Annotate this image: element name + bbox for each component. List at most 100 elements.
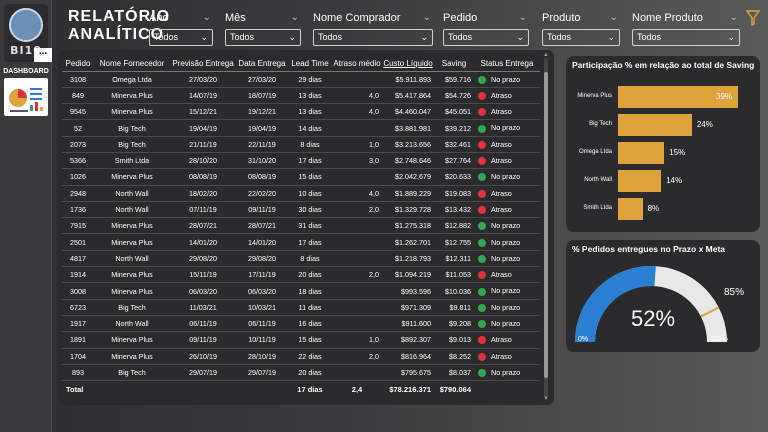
status-cell: Atraso <box>474 136 540 153</box>
filter-value: Todos <box>637 32 662 42</box>
chevron-down-icon[interactable]: ⌄ <box>423 12 431 23</box>
table-row[interactable]: 6723 Big Tech 11/03/21 10/03/21 11 dias $971.… <box>62 299 540 316</box>
empty-cell <box>94 380 170 399</box>
filter-value: Todos <box>547 32 572 42</box>
table-cell: 17 dias <box>288 152 332 170</box>
table-cell: $971.309 <box>382 299 434 316</box>
saving-bar[interactable] <box>618 198 643 220</box>
column-header[interactable]: Atraso médio <box>332 56 382 72</box>
more-options-button[interactable]: ... <box>34 47 52 62</box>
filter-select-nome-produto[interactable]: Todos ⌄ <box>632 29 740 46</box>
table-cell: Minerva Plus <box>94 266 170 284</box>
table-row[interactable]: 1704 Minerva Plus 26/10/19 28/10/19 22 dias 2… <box>62 348 540 365</box>
table-row[interactable]: 2501 Minerva Plus 14/01/20 14/01/20 17 dias $… <box>62 233 540 251</box>
table-row[interactable]: 849 Minerva Plus 14/07/19 18/07/19 13 dias 4,… <box>62 87 540 105</box>
table-row[interactable]: 5366 Smith Ltda 28/10/20 31/10/20 17 dias 3,0… <box>62 152 540 170</box>
status-text: No prazo <box>491 367 521 377</box>
status-cell: Atraso <box>474 266 540 284</box>
filter-funnel-icon[interactable] <box>746 10 760 26</box>
table-row[interactable]: 52 Big Tech 19/04/19 19/04/19 14 dias $3.881.… <box>62 119 540 137</box>
table-cell: $39.212 <box>434 119 474 137</box>
table-cell: 31/10/20 <box>236 152 288 170</box>
filter-value: Todos <box>154 32 179 42</box>
table-row[interactable]: 7915 Minerva Plus 28/07/21 28/07/21 31 dias $… <box>62 217 540 235</box>
table-cell: 20 dias <box>288 364 332 382</box>
filter-select-nome-comprador[interactable]: Todos ⌄ <box>313 29 433 46</box>
table-cell: 28/10/20 <box>170 152 236 170</box>
filter-select-ano[interactable]: Todos ⌄ <box>149 29 213 46</box>
scroll-down-arrow-icon[interactable]: ▼ <box>542 396 550 402</box>
filter-produto: Produto ⌄ Todos ⌄ <box>542 12 620 46</box>
table-cell: $3.881.981 <box>382 119 434 137</box>
table-cell: $8.037 <box>434 364 474 382</box>
status-text: Atraso <box>491 107 512 117</box>
table-cell: 19/12/21 <box>236 103 288 121</box>
table-cell: 31 dias <box>288 217 332 235</box>
table-row[interactable]: 1891 Minerva Plus 09/11/19 10/11/19 15 dias 1… <box>62 331 540 349</box>
saving-bar[interactable] <box>618 170 662 192</box>
table-cell: 2,0 <box>332 348 382 365</box>
table-cell: $911.600 <box>382 315 434 333</box>
table-cell: 06/03/20 <box>236 282 288 300</box>
column-header[interactable]: Status Entrega <box>474 56 540 72</box>
filter-select-pedido[interactable]: Todos ⌄ <box>443 29 529 46</box>
table-cell: $3.213.656 <box>382 136 434 153</box>
table-scrollbar[interactable] <box>544 58 548 398</box>
filter-select-mes[interactable]: Todos ⌄ <box>225 29 301 46</box>
column-header-sorted[interactable]: Custo Líquido <box>382 56 434 72</box>
orders-table-card: Pedido Nome Fornecedor Previsão Entrega … <box>58 50 554 405</box>
column-header[interactable]: Nome Fornecedor <box>94 56 170 72</box>
chevron-down-icon[interactable]: ⌄ <box>730 12 738 23</box>
column-header[interactable]: Pedido <box>62 56 94 72</box>
total-saving: $790.064 <box>434 380 474 399</box>
table-cell <box>332 315 382 333</box>
table-row[interactable]: 2948 North Wall 18/02/20 22/02/20 10 dias 4,0… <box>62 185 540 202</box>
table-row[interactable]: 3008 Minerva Plus 06/03/20 06/03/20 18 dias $… <box>62 282 540 300</box>
table-cell <box>332 299 382 316</box>
x-icon <box>478 206 486 215</box>
empty-cell <box>170 380 236 399</box>
chevron-down-icon[interactable]: ⌄ <box>519 12 527 23</box>
table-row[interactable]: 1736 North Wall 07/11/19 09/11/19 30 dias 2,0… <box>62 201 540 219</box>
table-cell: $1.329.728 <box>382 201 434 219</box>
check-icon <box>478 75 486 84</box>
chevron-down-icon[interactable]: ⌄ <box>203 12 211 23</box>
table-cell: $2.748.646 <box>382 152 434 170</box>
empty-cell <box>236 380 288 399</box>
status-text: No prazo <box>491 221 521 231</box>
table-row[interactable]: 3108 Omega Ltda 27/03/20 27/03/20 29 dias $5.… <box>62 71 540 88</box>
column-header[interactable]: Previsão Entrega <box>170 56 236 72</box>
table-cell: 22/02/20 <box>236 185 288 202</box>
table-row[interactable]: 2073 Big Tech 21/11/19 22/11/19 8 dias 1,0 $3.… <box>62 136 540 153</box>
column-header[interactable]: Data Entrega <box>236 56 288 72</box>
status-text: No prazo <box>491 74 521 84</box>
scrollbar-thumb[interactable] <box>544 72 548 378</box>
total-atraso: 2,4 <box>332 380 382 399</box>
table-cell: $8.252 <box>434 348 474 365</box>
dashboard-nav-label[interactable]: DASHBOARD <box>2 68 50 75</box>
table-row[interactable]: 9545 Minerva Plus 15/12/21 19/12/21 13 dias 4… <box>62 103 540 121</box>
table-cell: 26/10/19 <box>170 348 236 365</box>
column-header[interactable]: Lead Time <box>288 56 332 72</box>
table-cell <box>332 168 382 186</box>
status-text: Atraso <box>491 204 512 214</box>
saving-bar[interactable] <box>618 142 665 164</box>
saving-bar[interactable] <box>618 114 692 136</box>
table-cell: Big Tech <box>94 119 170 137</box>
dashboard-icon[interactable] <box>4 78 48 116</box>
orders-table: Pedido Nome Fornecedor Previsão Entrega … <box>62 56 540 399</box>
chevron-down-icon: ⌄ <box>200 32 208 42</box>
status-cell: No prazo <box>474 217 540 235</box>
table-row[interactable]: 1026 Minerva Plus 08/08/19 08/08/19 15 dias $… <box>62 168 540 186</box>
column-header[interactable]: Saving <box>434 56 474 72</box>
chevron-down-icon[interactable]: ⌄ <box>610 12 618 23</box>
table-row[interactable]: 1914 Minerva Plus 15/11/19 17/11/19 20 dias 2… <box>62 266 540 284</box>
table-row[interactable]: 893 Big Tech 29/07/19 29/07/19 20 dias $795.6… <box>62 364 540 382</box>
table-cell: Big Tech <box>94 364 170 382</box>
chevron-down-icon[interactable]: ⌄ <box>291 12 299 23</box>
filter-select-produto[interactable]: Todos ⌄ <box>542 29 620 46</box>
table-row[interactable]: 1917 North Wall 06/11/19 06/11/19 16 dias $91… <box>62 315 540 333</box>
table-cell: Minerva Plus <box>94 103 170 121</box>
table-cell: 09/11/19 <box>170 331 236 349</box>
table-row[interactable]: 4817 North Wall 29/08/20 29/08/20 8 dias $1.2… <box>62 250 540 268</box>
